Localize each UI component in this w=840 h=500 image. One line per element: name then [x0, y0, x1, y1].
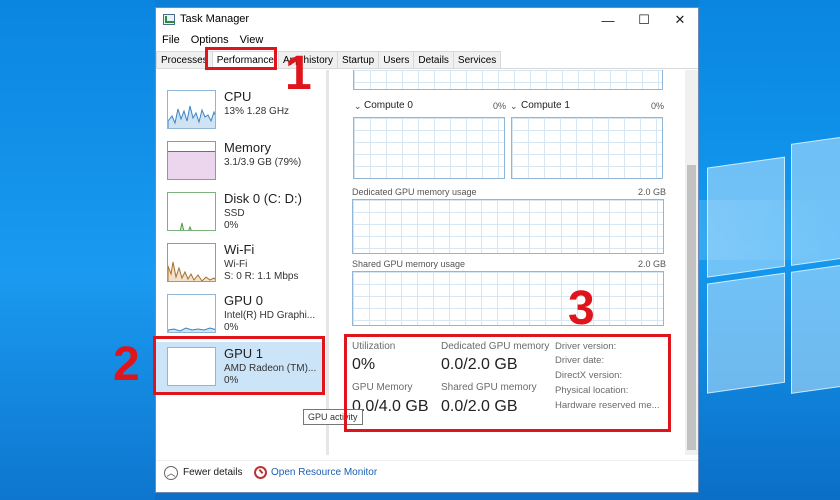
- disk-thumbnail-graph: [167, 192, 216, 231]
- scrollbar-thumb[interactable]: [687, 165, 696, 450]
- task-manager-icon: [163, 14, 175, 25]
- resource-gpu0[interactable]: GPU 0 Intel(R) HD Graphi... 0%: [156, 289, 324, 341]
- resource-list: CPU 13% 1.28 GHz Memory 3.1/3.9 GB (79%)…: [156, 70, 326, 455]
- open-resource-monitor-link[interactable]: Open Resource Monitor: [271, 467, 377, 478]
- resource-name: Disk 0 (C: D:): [224, 191, 302, 206]
- dedicated-graph-max: 2.0 GB: [638, 187, 667, 197]
- footer-bar: ︿ Fewer details Open Resource Monitor: [156, 460, 698, 492]
- resource-usage: 0%: [224, 220, 239, 231]
- desktop-background-right: [699, 0, 840, 500]
- callout-number-2: 2: [113, 338, 140, 391]
- desktop-background-left: [0, 0, 155, 500]
- compute1-label[interactable]: Compute 1: [521, 100, 570, 111]
- window-title: Task Manager: [180, 13, 250, 25]
- shared-graph-label: Shared GPU memory usage: [352, 259, 466, 269]
- fewer-details-button[interactable]: Fewer details: [183, 467, 242, 478]
- top-graph-partial: [353, 70, 663, 90]
- resource-name: CPU: [224, 89, 252, 104]
- chevron-up-icon[interactable]: ︿: [164, 466, 178, 480]
- maximize-button[interactable]: ☐: [626, 8, 662, 32]
- callout-number-3: 3: [568, 282, 595, 335]
- resource-detail: SSD: [224, 208, 245, 219]
- compute0-label[interactable]: Compute 0: [364, 100, 413, 111]
- callout-box-gpu1: [153, 336, 325, 395]
- memory-thumbnail-graph: [167, 141, 216, 180]
- compute0-graph: [353, 117, 505, 179]
- shared-graph-max: 2.0 GB: [638, 259, 667, 269]
- menu-file[interactable]: File: [156, 32, 185, 50]
- resource-detail: Wi-Fi: [224, 259, 248, 270]
- dedicated-memory-graph: [352, 199, 664, 254]
- resource-name: Memory: [224, 140, 271, 155]
- callout-box-stats: [344, 334, 671, 432]
- gpu0-thumbnail-graph: [167, 294, 216, 333]
- resource-usage: 0%: [224, 322, 239, 333]
- dedicated-graph-label: Dedicated GPU memory usage: [352, 187, 477, 197]
- callout-box-performance: [205, 47, 277, 70]
- chevron-down-icon[interactable]: ⌄: [510, 101, 518, 112]
- resource-wifi[interactable]: Wi-Fi Wi-Fi S: 0 R: 1.1 Mbps: [156, 238, 324, 290]
- resource-detail: 3.1/3.9 GB (79%): [224, 157, 302, 168]
- tab-startup[interactable]: Startup: [336, 51, 380, 68]
- tab-users[interactable]: Users: [378, 51, 415, 68]
- pane-divider[interactable]: [326, 70, 329, 455]
- resource-name: GPU 0: [224, 293, 264, 308]
- compute1-graph: [511, 117, 663, 179]
- close-button[interactable]: ✕: [662, 8, 698, 32]
- resource-monitor-icon[interactable]: [254, 466, 267, 479]
- resource-detail: 13% 1.28 GHz: [224, 106, 290, 117]
- minimize-button[interactable]: —: [590, 8, 626, 32]
- compute1-percent: 0%: [651, 101, 665, 111]
- wifi-thumbnail-graph: [167, 243, 216, 282]
- title-bar: Task Manager — ☐ ✕: [156, 8, 698, 32]
- detail-scrollbar[interactable]: [685, 70, 698, 455]
- callout-number-1: 1: [285, 47, 312, 100]
- tab-services[interactable]: Services: [452, 51, 502, 68]
- tab-details[interactable]: Details: [413, 51, 454, 68]
- resource-usage: S: 0 R: 1.1 Mbps: [224, 271, 299, 282]
- shared-memory-graph: [352, 271, 664, 326]
- windows-logo: [707, 131, 840, 427]
- resource-name: Wi-Fi: [224, 242, 255, 257]
- resource-memory[interactable]: Memory 3.1/3.9 GB (79%): [156, 136, 324, 188]
- compute0-percent: 0%: [493, 101, 507, 111]
- resource-detail: Intel(R) HD Graphi...: [224, 310, 316, 321]
- chevron-down-icon[interactable]: ⌄: [354, 101, 362, 112]
- cpu-thumbnail-graph: [167, 90, 216, 129]
- resource-disk[interactable]: Disk 0 (C: D:) SSD 0%: [156, 187, 324, 239]
